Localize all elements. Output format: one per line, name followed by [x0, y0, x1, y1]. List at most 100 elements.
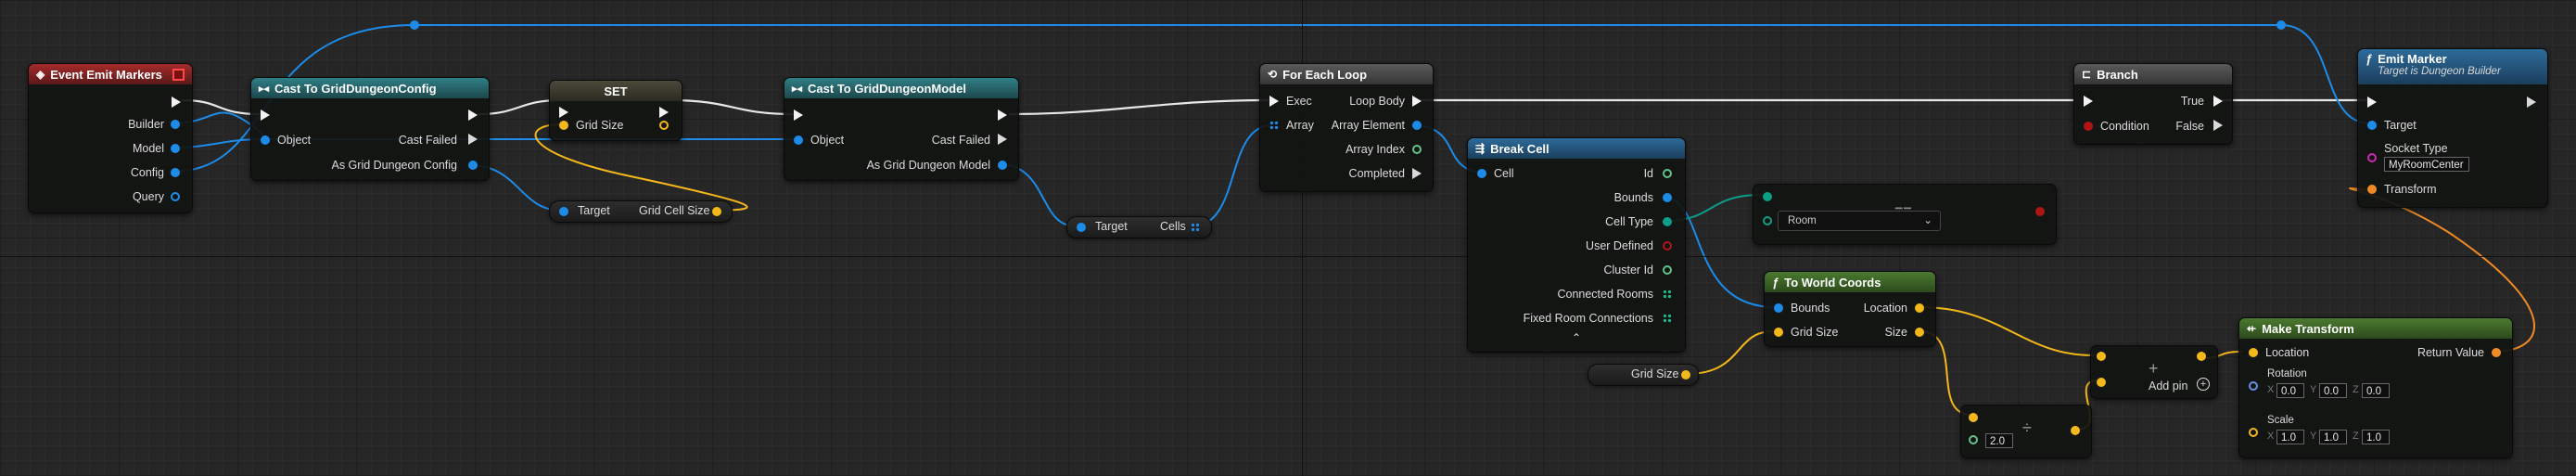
fixed-room-connections-pin[interactable]: [1663, 314, 1672, 323]
enum-a-pin[interactable]: [1763, 192, 1772, 201]
exec-out-pin[interactable]: [998, 109, 1007, 121]
object-pin[interactable]: [794, 135, 803, 145]
return-value-label: Return Value: [2417, 346, 2484, 359]
socket-type-input[interactable]: MyRoomCenter: [2384, 157, 2469, 172]
config-pin[interactable]: [171, 168, 180, 177]
array-index-pin[interactable]: [1412, 145, 1422, 154]
add-node[interactable]: + Add pin +: [2090, 345, 2218, 399]
location-pin[interactable]: [2249, 348, 2258, 357]
size-out-pin[interactable]: [1915, 328, 1924, 337]
cast-failed-pin[interactable]: [998, 134, 1007, 145]
equal-enum-node[interactable]: == Room ⌄: [1753, 184, 2057, 245]
divide-b-pin[interactable]: [1969, 435, 1978, 444]
transform-pin[interactable]: [2367, 185, 2377, 194]
divide-out-pin[interactable]: [2071, 426, 2080, 435]
cell-pin[interactable]: [1477, 169, 1486, 178]
socket-type-pin[interactable]: [2367, 153, 2377, 162]
rotation-pin[interactable]: [2249, 381, 2258, 391]
enum-b-pin[interactable]: [1763, 216, 1772, 225]
node-subtitle: Target is Dungeon Builder: [2378, 66, 2501, 77]
exec-in-pin[interactable]: [794, 109, 803, 121]
condition-pin[interactable]: [2084, 122, 2093, 131]
target-pin[interactable]: [1077, 223, 1086, 232]
return-value-pin[interactable]: [2492, 348, 2501, 357]
target-pin[interactable]: [559, 207, 568, 216]
scale-pin[interactable]: [2249, 428, 2258, 437]
connected-rooms-pin[interactable]: [1663, 289, 1672, 299]
array-element-pin[interactable]: [1412, 121, 1422, 130]
exec-in-pin[interactable]: [559, 107, 568, 118]
exec-out-pin[interactable]: [2527, 96, 2536, 108]
rotation-x-field[interactable]: 0.0: [2276, 383, 2304, 398]
bounds-pin[interactable]: [1663, 193, 1672, 202]
collapse-chevron-icon[interactable]: ⌃: [1572, 331, 1581, 344]
as-model-pin[interactable]: [998, 161, 1007, 170]
grid-cell-size-getter[interactable]: Target Grid Cell Size: [549, 200, 733, 223]
exec-in-pin[interactable]: [261, 109, 270, 121]
exec-out-pin[interactable]: [468, 109, 478, 121]
as-config-pin[interactable]: [468, 161, 478, 170]
as-model-label: As Grid Dungeon Model: [866, 159, 990, 172]
exec-in-pin[interactable]: [2084, 96, 2093, 107]
target-pin[interactable]: [2367, 121, 2377, 130]
location-out-pin[interactable]: [1915, 303, 1924, 313]
set-grid-size-node[interactable]: SET Grid Size: [549, 80, 682, 141]
cast-to-grid-dungeon-model-node[interactable]: ▸◂ Cast To GridDungeonModel Object Cast …: [784, 77, 1019, 181]
exec-out-pin[interactable]: [172, 96, 181, 108]
for-each-loop-node[interactable]: ⟲ For Each Loop Exec Loop Body Array Arr…: [1259, 63, 1434, 192]
event-emit-markers-node[interactable]: ◈ Event Emit Markers Builder Model Confi…: [28, 63, 193, 213]
exec-in-pin[interactable]: [1269, 96, 1279, 107]
grid-size-in-pin[interactable]: [1774, 328, 1783, 337]
scale-z-field[interactable]: 1.0: [2362, 430, 2390, 444]
add-b-pin[interactable]: [2097, 378, 2106, 387]
rotation-z-field[interactable]: 0.0: [2362, 383, 2390, 398]
add-pin-icon[interactable]: +: [2197, 378, 2210, 391]
scale-y-field[interactable]: 1.0: [2319, 430, 2347, 444]
divide-node[interactable]: 2.0 ÷: [1960, 405, 2092, 458]
cast-failed-pin[interactable]: [468, 134, 478, 145]
branch-node[interactable]: ⊏ Branch True Condition False: [2073, 63, 2233, 145]
node-title: For Each Loop: [1282, 67, 1368, 82]
divisor-field[interactable]: 2.0: [1985, 433, 2013, 448]
object-pin[interactable]: [261, 135, 270, 145]
exec-in-pin[interactable]: [2367, 96, 2377, 108]
true-label: True: [2180, 95, 2204, 108]
emit-marker-node[interactable]: ƒ Emit Marker Target is Dungeon Builder …: [2357, 48, 2548, 208]
exec-out-pin[interactable]: [659, 107, 669, 118]
false-pin[interactable]: [2213, 120, 2223, 131]
cell-type-pin[interactable]: [1663, 217, 1672, 226]
to-world-coords-node[interactable]: ƒ To World Coords Bounds Location Grid S…: [1764, 271, 1936, 347]
break-cell-node[interactable]: ⇶ Break Cell Cell Id Bounds Cell Type Us…: [1467, 137, 1686, 353]
cell-type-dropdown[interactable]: Room ⌄: [1778, 211, 1941, 231]
bounds-in-pin[interactable]: [1774, 303, 1783, 313]
array-pin[interactable]: [1269, 121, 1279, 130]
grid-cell-size-pin[interactable]: [712, 207, 721, 216]
loop-body-pin[interactable]: [1412, 96, 1422, 107]
builder-pin[interactable]: [171, 120, 180, 129]
completed-pin[interactable]: [1412, 168, 1422, 179]
rotation-y-field[interactable]: 0.0: [2319, 383, 2347, 398]
cast-to-grid-dungeon-config-node[interactable]: ▸◂ Cast To GridDungeonConfig Object Cast…: [250, 77, 490, 181]
model-pin[interactable]: [171, 144, 180, 153]
add-a-pin[interactable]: [2097, 352, 2106, 361]
user-defined-pin[interactable]: [1663, 241, 1672, 251]
divide-a-pin[interactable]: [1969, 413, 1978, 422]
grid-size-in-pin[interactable]: [559, 121, 568, 130]
grid-size-out-pin[interactable]: [1681, 370, 1690, 380]
bool-out-pin[interactable]: [2035, 207, 2045, 216]
cells-getter[interactable]: Target Cells: [1066, 216, 1212, 238]
delegate-icon[interactable]: [172, 68, 185, 81]
make-transform-node[interactable]: ⇷ Make Transform Location Return Value R…: [2238, 317, 2513, 458]
grid-size-getter[interactable]: Grid Size: [1588, 364, 1699, 386]
id-pin[interactable]: [1663, 169, 1672, 178]
add-out-pin[interactable]: [2197, 352, 2206, 361]
scale-x-field[interactable]: 1.0: [2276, 430, 2304, 444]
cluster-id-pin[interactable]: [1663, 265, 1672, 275]
cells-array-pin[interactable]: [1191, 223, 1200, 232]
true-pin[interactable]: [2213, 96, 2223, 107]
rotation-z-axis: Z: [2353, 384, 2359, 395]
grid-cell-size-label: Grid Cell Size: [639, 204, 710, 217]
grid-size-out-pin[interactable]: [659, 121, 669, 130]
query-pin[interactable]: [171, 192, 180, 201]
function-icon: ƒ: [2366, 52, 2373, 66]
